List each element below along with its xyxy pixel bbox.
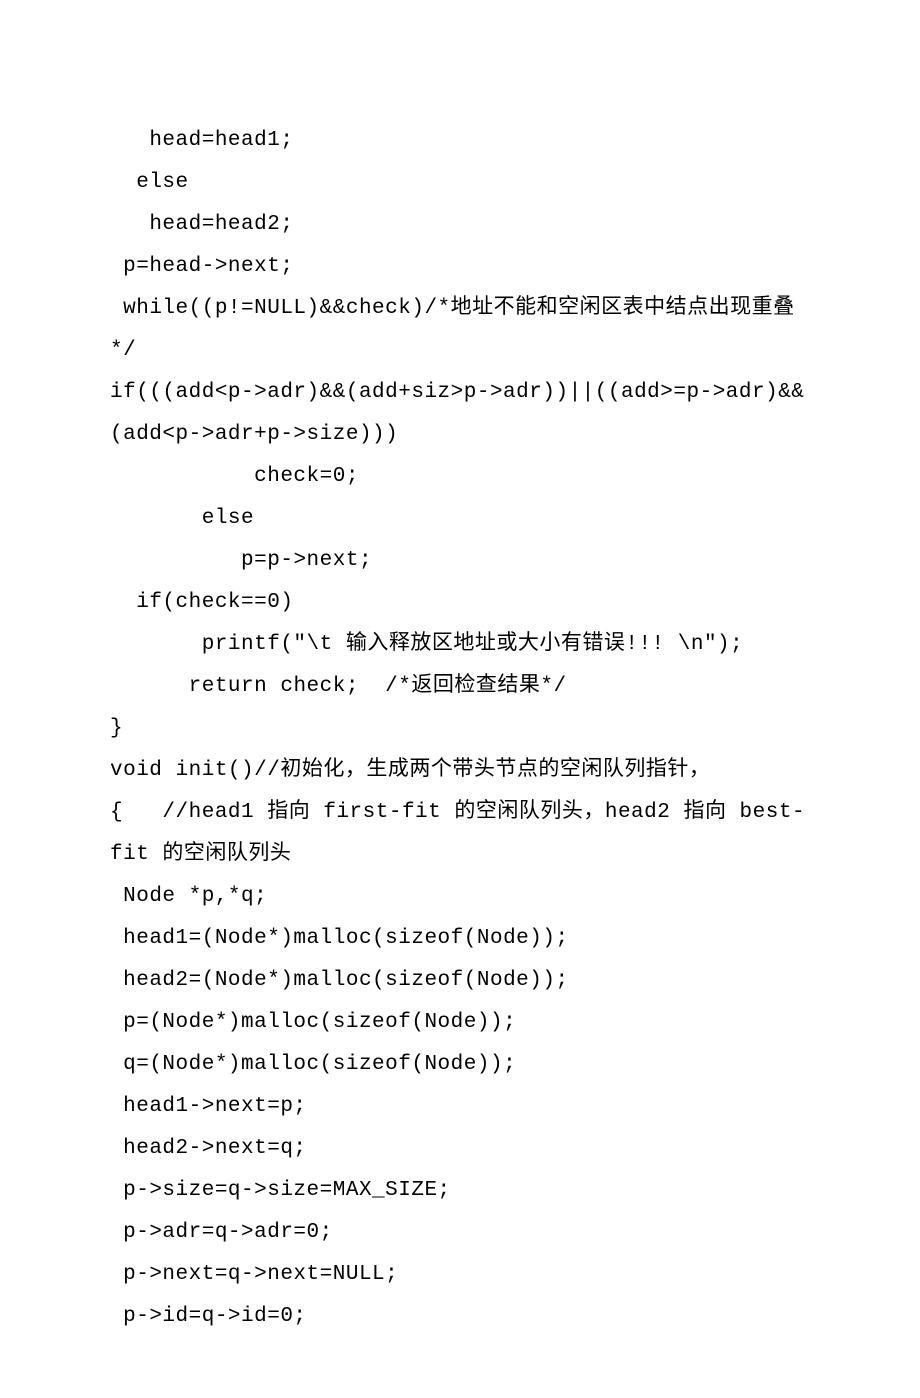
code-line: p->id=q->id=0; bbox=[110, 1296, 810, 1338]
code-line: } bbox=[110, 708, 810, 750]
code-line: head1=(Node*)malloc(sizeof(Node)); bbox=[110, 918, 810, 960]
code-line: head=head2; bbox=[110, 204, 810, 246]
code-line: head2->next=q; bbox=[110, 1128, 810, 1170]
code-line: p=(Node*)malloc(sizeof(Node)); bbox=[110, 1002, 810, 1044]
code-line: void init()//初始化，生成两个带头节点的空闲队列指针， bbox=[110, 750, 810, 792]
code-line: else bbox=[110, 162, 810, 204]
code-line: p->next=q->next=NULL; bbox=[110, 1254, 810, 1296]
code-line: if(check==0) bbox=[110, 582, 810, 624]
code-line: printf("\t 输入释放区地址或大小有错误!!! \n"); bbox=[110, 624, 810, 666]
code-line: return check; /*返回检查结果*/ bbox=[110, 666, 810, 708]
code-line: Node *p,*q; bbox=[110, 876, 810, 918]
code-line: p->size=q->size=MAX_SIZE; bbox=[110, 1170, 810, 1212]
code-line: if(((add<p->adr)&&(add+siz>p->adr))||((a… bbox=[110, 372, 810, 456]
code-document: head=head1; else head=head2; p=head->nex… bbox=[0, 0, 920, 1398]
code-line: else bbox=[110, 498, 810, 540]
code-line: p->adr=q->adr=0; bbox=[110, 1212, 810, 1254]
code-line: p=p->next; bbox=[110, 540, 810, 582]
code-line: head2=(Node*)malloc(sizeof(Node)); bbox=[110, 960, 810, 1002]
code-line: head1->next=p; bbox=[110, 1086, 810, 1128]
code-line: q=(Node*)malloc(sizeof(Node)); bbox=[110, 1044, 810, 1086]
code-line: { //head1 指向 first-fit 的空闲队列头，head2 指向 b… bbox=[110, 792, 810, 876]
code-line: check=0; bbox=[110, 456, 810, 498]
code-line: head=head1; bbox=[110, 120, 810, 162]
code-line: while((p!=NULL)&&check)/*地址不能和空闲区表中结点出现重… bbox=[110, 288, 810, 372]
code-line: p=head->next; bbox=[110, 246, 810, 288]
